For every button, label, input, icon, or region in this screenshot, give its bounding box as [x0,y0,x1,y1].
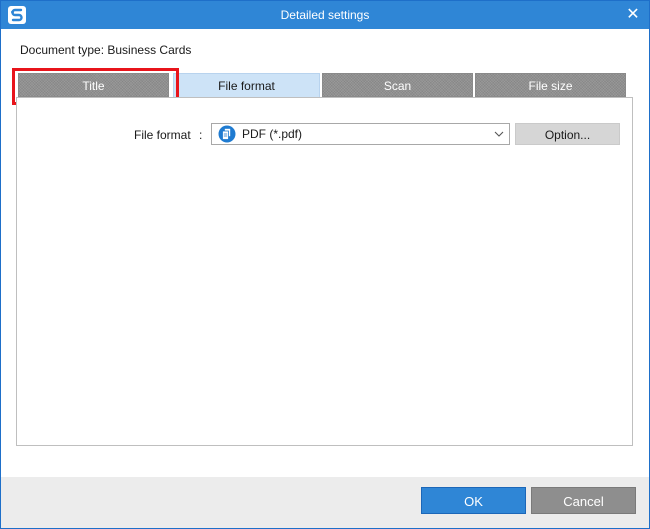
pdf-file-icon [218,125,236,143]
chevron-down-icon [494,131,504,137]
file-format-separator: : [199,128,203,142]
option-button[interactable]: Option... [515,123,620,145]
cancel-button[interactable]: Cancel [531,487,636,514]
tab-file-format[interactable]: File format [173,73,320,98]
title-bar[interactable]: Detailed settings ✕ [1,1,649,29]
tab-file-size[interactable]: File size [475,73,626,97]
tab-scan[interactable]: Scan [322,73,473,97]
document-type-label: Document type: Business Cards [20,43,192,57]
file-format-label: File format [134,128,191,142]
close-icon[interactable]: ✕ [621,3,645,27]
tab-content-panel [16,97,633,446]
ok-button[interactable]: OK [421,487,526,514]
file-format-value: PDF (*.pdf) [242,127,303,141]
detailed-settings-window: Detailed settings ✕ Document type: Busin… [0,0,650,529]
file-format-dropdown[interactable]: PDF (*.pdf) [211,123,510,145]
window-title: Detailed settings [280,8,370,22]
